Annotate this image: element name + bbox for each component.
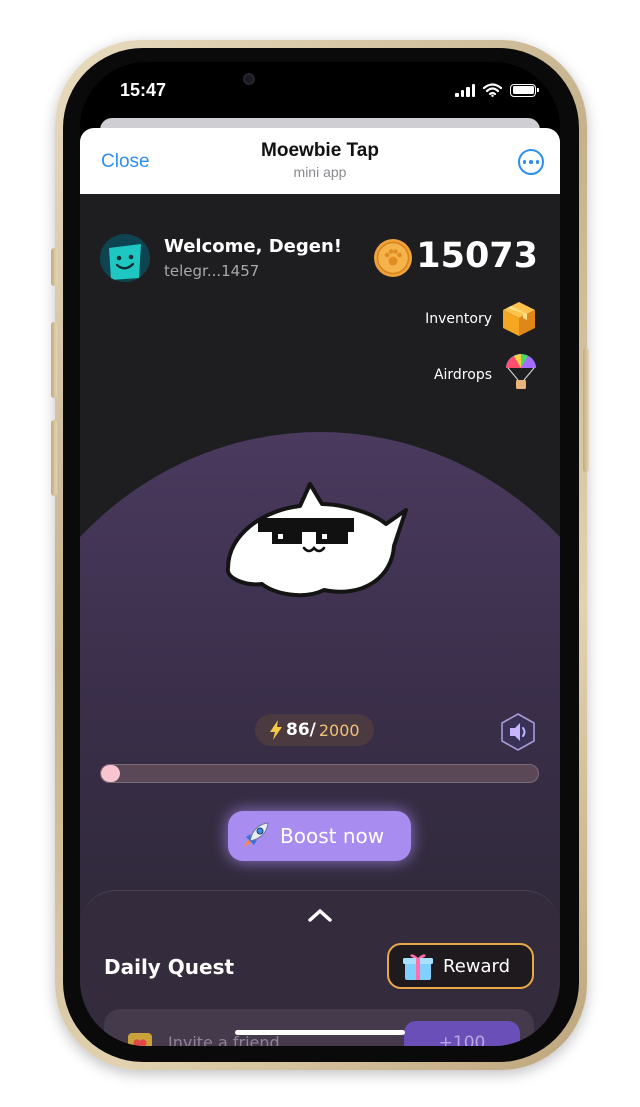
volume-up-button xyxy=(51,322,57,398)
avatar[interactable] xyxy=(100,234,150,282)
energy-max: 2000 xyxy=(318,720,360,740)
avatar-face-icon xyxy=(109,244,141,280)
invite-icon xyxy=(128,1033,152,1046)
quest-claim-button[interactable]: +100 xyxy=(404,1021,520,1046)
daily-quest-title: Daily Quest xyxy=(104,955,235,979)
more-icon[interactable] xyxy=(518,149,544,175)
phone-screen: 15:47 Close Moewbie Tap mini app Welcome… xyxy=(80,62,560,1046)
app-title: Moewbie Tap xyxy=(261,140,379,161)
energy-progress-bar xyxy=(100,764,539,783)
signal-icon xyxy=(455,83,475,97)
speaker-icon[interactable] xyxy=(498,712,538,752)
battery-icon xyxy=(510,83,539,97)
volume-down-button xyxy=(51,420,57,496)
status-icons xyxy=(455,83,539,97)
status-time: 15:47 xyxy=(120,80,167,100)
rocket-icon xyxy=(244,822,269,847)
energy-current: 86/ xyxy=(286,720,316,740)
wifi-icon xyxy=(483,83,502,97)
inventory-label[interactable]: Inventory xyxy=(425,311,492,327)
boost-label: Boost now xyxy=(280,824,385,848)
coin-icon xyxy=(374,239,412,277)
mute-switch xyxy=(51,248,57,286)
energy-counter: 86/ 2000 xyxy=(255,714,374,746)
app-content: Welcome, Degen! telegr...1457 15073 Inve… xyxy=(80,194,560,1046)
lightning-icon xyxy=(270,720,282,740)
mini-app-header: Close Moewbie Tap mini app xyxy=(80,128,560,194)
reward-label: Reward xyxy=(443,955,511,977)
boost-button[interactable]: Boost now xyxy=(228,811,411,861)
reward-button[interactable]: Reward xyxy=(387,943,534,989)
camera-dot xyxy=(243,73,255,85)
cat-tap-target[interactable] xyxy=(220,482,420,606)
gift-icon xyxy=(403,954,433,980)
parachute-icon[interactable] xyxy=(504,352,538,394)
welcome-text: Welcome, Degen! xyxy=(164,236,342,257)
daily-quest-sheet: Daily Quest Reward Invite a friend +100 xyxy=(80,890,560,1046)
box-icon[interactable] xyxy=(500,300,538,338)
user-handle: telegr...1457 xyxy=(164,262,260,280)
energy-progress-fill xyxy=(101,765,120,782)
coin-balance: 15073 xyxy=(416,236,538,276)
app-subtitle: mini app xyxy=(293,164,347,180)
home-indicator xyxy=(235,1030,405,1035)
chevron-up-icon[interactable] xyxy=(306,905,334,925)
quest-item-card[interactable]: Invite a friend +100 xyxy=(104,1009,534,1046)
power-button xyxy=(583,348,589,472)
airdrops-label[interactable]: Airdrops xyxy=(434,367,492,383)
